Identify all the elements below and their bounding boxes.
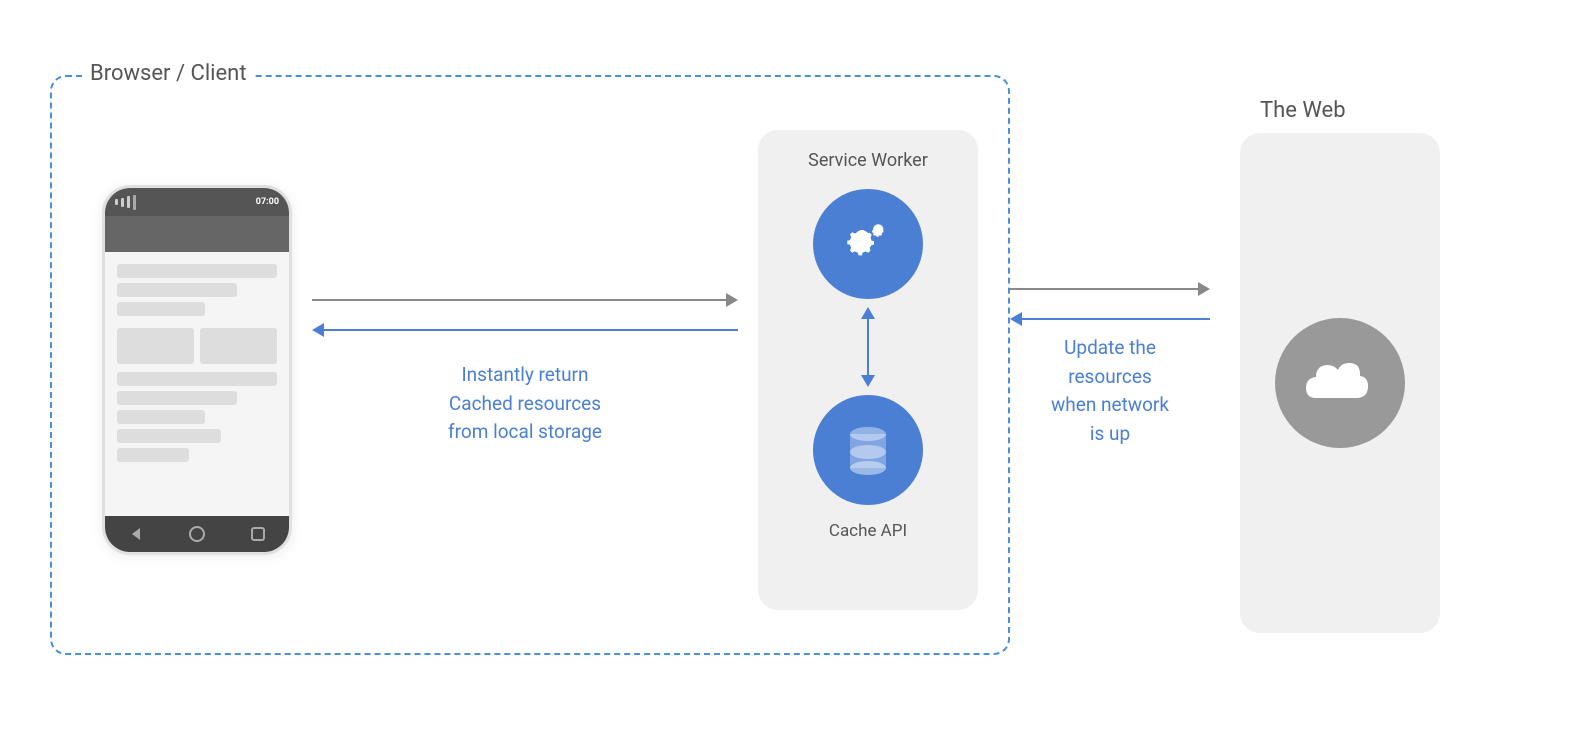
signal-icons — [115, 195, 136, 210]
content-row-1 — [117, 328, 277, 364]
cloud-circle — [1275, 318, 1405, 448]
update-label: Update the resources when network is up — [1051, 334, 1169, 448]
signal-bar-4 — [133, 195, 136, 210]
home-icon — [188, 525, 206, 543]
content-block-half-2 — [200, 328, 277, 364]
content-group-1 — [117, 264, 277, 316]
service-worker-label: Service Worker — [808, 150, 928, 171]
gear-icon — [838, 214, 898, 274]
arrow-line-right — [312, 299, 726, 301]
diagram-container: Browser / Client 07:00 — [0, 0, 1584, 730]
phone-header-bar — [105, 216, 289, 252]
arrow-to-web — [1010, 282, 1210, 296]
cache-api-label: Cache API — [829, 521, 907, 541]
v-arrow-head-down — [861, 375, 875, 387]
phone-to-sw-arrows: Instantly return Cached resources from l… — [292, 293, 758, 447]
content-block-short-3 — [117, 448, 189, 462]
content-block-medium-2 — [117, 391, 237, 405]
vertical-arrow — [861, 307, 875, 387]
web-section: The Web — [1240, 98, 1440, 633]
browser-client-label: Browser / Client — [82, 61, 255, 86]
content-block-wide-2 — [117, 372, 277, 386]
signal-bar-3 — [127, 196, 130, 208]
arrow-from-sw — [312, 323, 738, 337]
arrow-line-to-web — [1010, 288, 1198, 290]
content-block-half-1 — [117, 328, 194, 364]
square-icon — [249, 525, 267, 543]
arrow-head-right — [726, 293, 738, 307]
phone-nav-bar — [105, 516, 289, 552]
web-box — [1240, 133, 1440, 633]
service-worker-box: Service Worker — [758, 130, 978, 610]
content-block-short-2 — [117, 410, 205, 424]
cache-circle — [813, 395, 923, 505]
content-block-short-1 — [117, 302, 205, 316]
signal-bar-1 — [115, 199, 118, 205]
gear-circle — [813, 189, 923, 299]
back-icon — [127, 525, 145, 543]
database-icon — [836, 418, 901, 483]
content-group-2 — [117, 372, 277, 462]
arrow-head-to-web — [1198, 282, 1210, 296]
arrow-from-web — [1010, 312, 1210, 326]
phone-status-bar: 07:00 — [105, 188, 289, 216]
phone-content — [105, 252, 289, 516]
content-block-medium-3 — [117, 429, 221, 443]
web-label: The Web — [1260, 98, 1346, 123]
v-arrow-line — [867, 319, 869, 375]
cached-resources-label: Instantly return Cached resources from l… — [448, 361, 602, 447]
cloud-icon — [1300, 353, 1380, 413]
content-block-medium-1 — [117, 283, 237, 297]
signal-bar-2 — [121, 198, 124, 207]
browser-client-section: Browser / Client 07:00 — [50, 75, 1010, 655]
arrow-to-sw — [312, 293, 738, 307]
arrow-head-from-web — [1010, 312, 1022, 326]
phone-mockup: 07:00 — [102, 185, 292, 555]
arrow-head-left — [312, 323, 324, 337]
phone-time: 07:00 — [256, 197, 279, 207]
v-arrow-head-up — [861, 307, 875, 319]
sw-to-web-arrows: Update the resources when network is up — [1010, 282, 1210, 448]
arrow-line-from-web — [1022, 318, 1210, 320]
arrow-line-left — [324, 329, 738, 331]
content-block-wide-1 — [117, 264, 277, 278]
